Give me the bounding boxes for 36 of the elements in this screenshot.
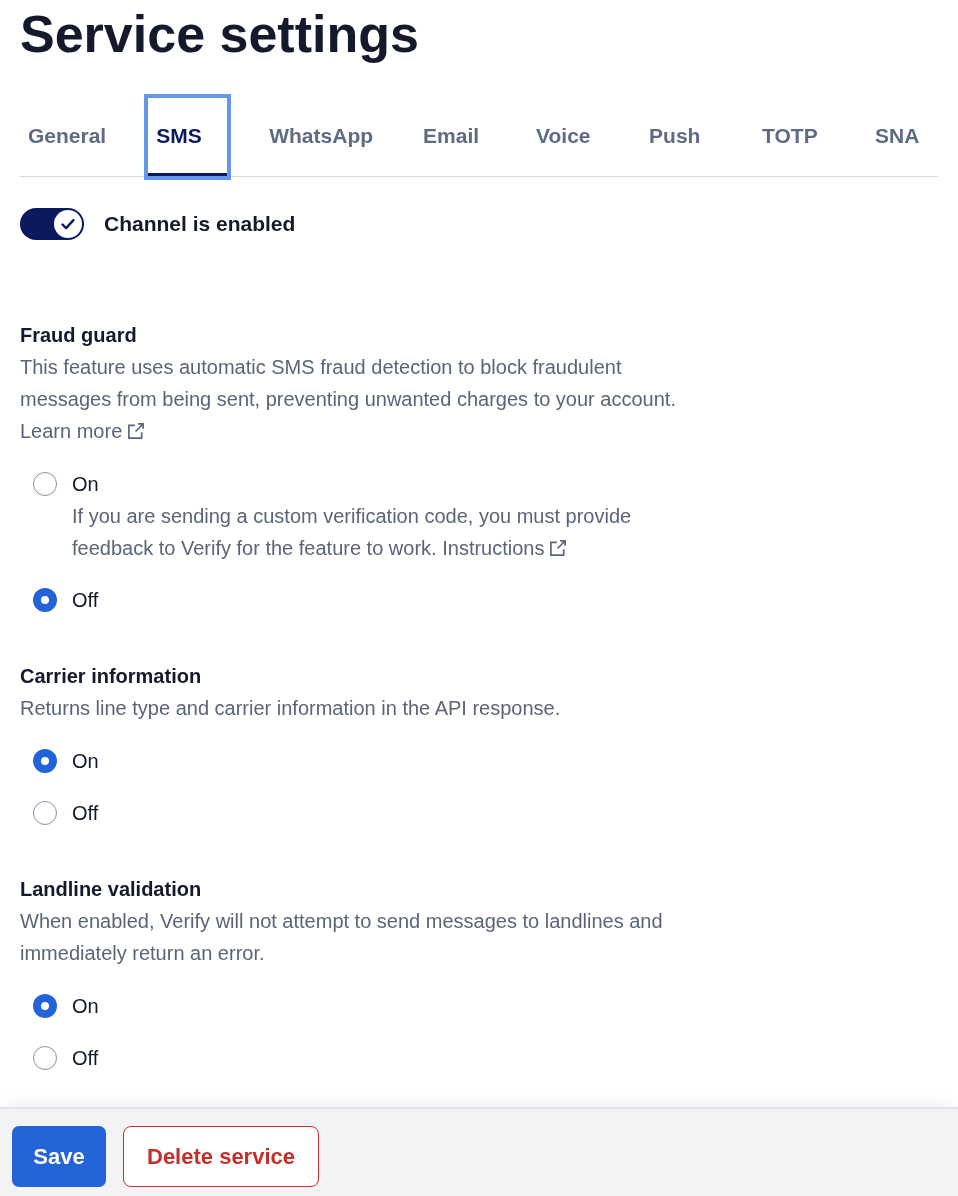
tab[interactable]: Voice [528, 98, 608, 176]
section-description: Returns line type and carrier information in the API response. [20, 696, 561, 721]
tab[interactable]: Email [415, 98, 495, 176]
delete-button[interactable]: Delete service [123, 1126, 319, 1187]
radio-button[interactable] [33, 749, 57, 773]
tab[interactable]: Push [641, 98, 721, 176]
tab[interactable]: SNA [867, 98, 947, 176]
section-heading: Landline validation [20, 877, 202, 902]
radio-button[interactable] [33, 801, 57, 825]
instructions-link[interactable]: Instructions [442, 537, 567, 559]
section-description: When enabled, Verify will not attempt to send messages to landlines and immediately return an error. [20, 909, 664, 966]
radio-label[interactable]: Off [72, 1042, 99, 1074]
page-title: Service settings [20, 4, 419, 65]
save-button[interactable]: Save [12, 1126, 106, 1187]
radio-label[interactable]: Off [72, 584, 99, 616]
section-heading: Fraud guard [20, 323, 137, 348]
radio-label[interactable]: On [72, 468, 99, 500]
learn-more-link[interactable]: Learn more [20, 415, 145, 447]
toggle-switch[interactable] [20, 208, 84, 240]
section-heading: Carrier information [20, 664, 202, 689]
tab[interactable]: General [20, 98, 115, 176]
radio-button[interactable] [33, 1046, 57, 1070]
radio-label[interactable]: Off [72, 797, 99, 829]
radio-label[interactable]: On [72, 745, 99, 777]
tab[interactable]: WhatsApp [261, 98, 382, 176]
check-icon [54, 210, 82, 238]
external-link-icon [128, 423, 145, 439]
radio-button[interactable] [33, 588, 57, 612]
option-help-text: If you are sending a custom verification code, you must provide feedback to Verify for the feature to work. Instructions [72, 504, 633, 561]
section-description: This feature uses automatic SMS fraud detection to block fraudulent messages from being sent, preventing unwanted charges to your account. [20, 355, 677, 412]
radio-button[interactable] [33, 994, 57, 1018]
radio-button[interactable] [33, 472, 57, 496]
tab[interactable]: TOTP [754, 98, 834, 176]
toggle-label: Channel is enabled [104, 211, 296, 238]
external-link-icon [550, 540, 567, 556]
radio-label[interactable]: On [72, 990, 99, 1022]
